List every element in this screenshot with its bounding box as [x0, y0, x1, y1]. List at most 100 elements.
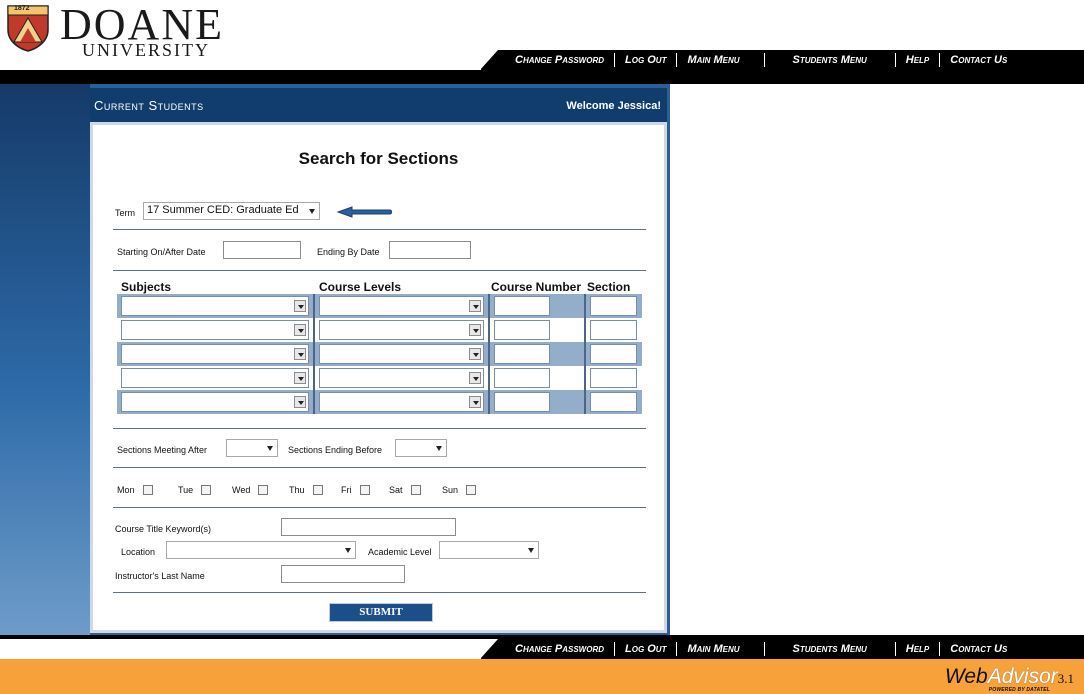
section-input[interactable] — [590, 368, 637, 388]
day-checkbox-wed[interactable]: Wed — [232, 485, 269, 495]
column-separator — [584, 390, 586, 414]
section-input[interactable] — [590, 344, 637, 364]
chevron-down-icon[interactable] — [469, 372, 481, 384]
column-separator — [584, 318, 586, 342]
location-select[interactable] — [166, 541, 356, 559]
chevron-down-icon[interactable] — [469, 396, 481, 408]
divider — [113, 507, 646, 508]
checkbox[interactable] — [359, 485, 370, 495]
chevron-down-icon — [267, 446, 273, 451]
academic-level-label: Academic Level — [368, 547, 432, 557]
ending-before-select[interactable] — [395, 439, 447, 457]
course-number-input[interactable] — [494, 344, 550, 364]
subject-select[interactable] — [121, 368, 309, 388]
nav-log-out[interactable]: Log Out — [615, 50, 676, 70]
course-level-select[interactable] — [319, 368, 484, 388]
instructor-input[interactable] — [281, 565, 405, 583]
chevron-down-icon[interactable] — [294, 372, 306, 384]
term-select-value: 17 Summer CED: Graduate Ed — [147, 204, 299, 216]
nav-contact-us[interactable]: Contact Us — [940, 50, 1017, 70]
keyword-input[interactable] — [281, 518, 456, 536]
left-gradient-strip — [0, 84, 90, 635]
course-number-input[interactable] — [494, 320, 550, 340]
course-levels-header: Course Levels — [319, 280, 402, 294]
subjects-header: Subjects — [121, 280, 172, 294]
chevron-down-icon[interactable] — [469, 300, 481, 312]
nav-main-menu[interactable]: Main Menu — [677, 50, 763, 70]
panel-header: Current Students Welcome Jessica! — [90, 88, 667, 122]
instructor-label: Instructor's Last Name — [115, 571, 205, 581]
day-label: Fri — [341, 485, 352, 495]
location-label: Location — [121, 547, 156, 557]
column-separator — [488, 294, 490, 318]
column-separator — [584, 366, 586, 390]
chevron-down-icon[interactable] — [294, 300, 306, 312]
nav-log-out[interactable]: Log Out — [615, 639, 676, 659]
divider — [113, 467, 646, 468]
nav-contact-us[interactable]: Contact Us — [940, 639, 1017, 659]
checkbox[interactable] — [258, 485, 269, 495]
welcome-message: Welcome Jessica! — [566, 100, 661, 112]
day-checkbox-fri[interactable]: Fri — [341, 485, 370, 495]
chevron-down-icon[interactable] — [469, 348, 481, 360]
criteria-row — [117, 390, 642, 414]
chevron-down-icon[interactable] — [294, 348, 306, 360]
chevron-down-icon[interactable] — [294, 396, 306, 408]
checkbox[interactable] — [142, 485, 153, 495]
day-label: Mon — [117, 485, 135, 495]
day-checkbox-thu[interactable]: Thu — [289, 485, 323, 495]
logo-year: 1872 — [14, 5, 30, 12]
course-number-input[interactable] — [494, 392, 550, 412]
nav-main-menu[interactable]: Main Menu — [677, 639, 763, 659]
nav-help[interactable]: Help — [896, 50, 940, 70]
section-input[interactable] — [590, 320, 637, 340]
webadvisor-logo: WebAdvisor3.1 — [945, 665, 1074, 689]
end-date-input[interactable] — [389, 241, 471, 259]
chevron-down-icon — [528, 548, 534, 553]
course-number-input[interactable] — [494, 368, 550, 388]
chevron-down-icon[interactable] — [294, 324, 306, 336]
chevron-down-icon[interactable] — [469, 324, 481, 336]
nav-students-menu[interactable]: Students Menu — [765, 50, 895, 70]
keyword-label: Course Title Keyword(s) — [115, 524, 212, 534]
divider — [113, 428, 646, 429]
meeting-after-label: Sections Meeting After — [117, 445, 208, 455]
academic-level-select[interactable] — [439, 541, 539, 559]
nav-students-menu[interactable]: Students Menu — [765, 639, 895, 659]
subject-select[interactable] — [121, 392, 309, 412]
column-separator — [313, 390, 315, 414]
day-checkbox-tue[interactable]: Tue — [178, 485, 212, 495]
course-level-select[interactable] — [319, 344, 484, 364]
term-select[interactable]: 17 Summer CED: Graduate Ed — [143, 202, 320, 220]
start-date-input[interactable] — [223, 241, 301, 259]
course-number-input[interactable] — [494, 296, 550, 316]
section-input[interactable] — [590, 296, 637, 316]
course-level-select[interactable] — [319, 392, 484, 412]
course-level-select[interactable] — [319, 296, 484, 316]
nav-help[interactable]: Help — [896, 639, 940, 659]
subject-select[interactable] — [121, 344, 309, 364]
webadvisor-advisor: Advisor — [987, 665, 1058, 688]
checkbox[interactable] — [410, 485, 421, 495]
column-separator — [584, 342, 586, 366]
criteria-row — [117, 366, 642, 390]
day-label: Thu — [289, 485, 305, 495]
subject-select[interactable] — [121, 296, 309, 316]
day-checkbox-sun[interactable]: Sun — [442, 485, 477, 495]
column-separator — [488, 390, 490, 414]
subject-select[interactable] — [121, 320, 309, 340]
nav-change-password[interactable]: Change Password — [505, 639, 614, 659]
checkbox[interactable] — [466, 485, 477, 495]
nav-change-password[interactable]: Change Password — [505, 50, 614, 70]
search-form: Search for Sections Term 17 Summer CED: … — [90, 122, 667, 633]
day-checkbox-sat[interactable]: Sat — [389, 485, 421, 495]
day-checkbox-mon[interactable]: Mon — [117, 485, 153, 495]
checkbox[interactable] — [201, 485, 212, 495]
section-input[interactable] — [590, 392, 637, 412]
criteria-row — [117, 342, 642, 366]
course-level-select[interactable] — [319, 320, 484, 340]
submit-button[interactable]: SUBMIT — [329, 603, 433, 622]
column-separator — [488, 342, 490, 366]
meeting-after-select[interactable] — [226, 439, 278, 457]
checkbox[interactable] — [312, 485, 323, 495]
